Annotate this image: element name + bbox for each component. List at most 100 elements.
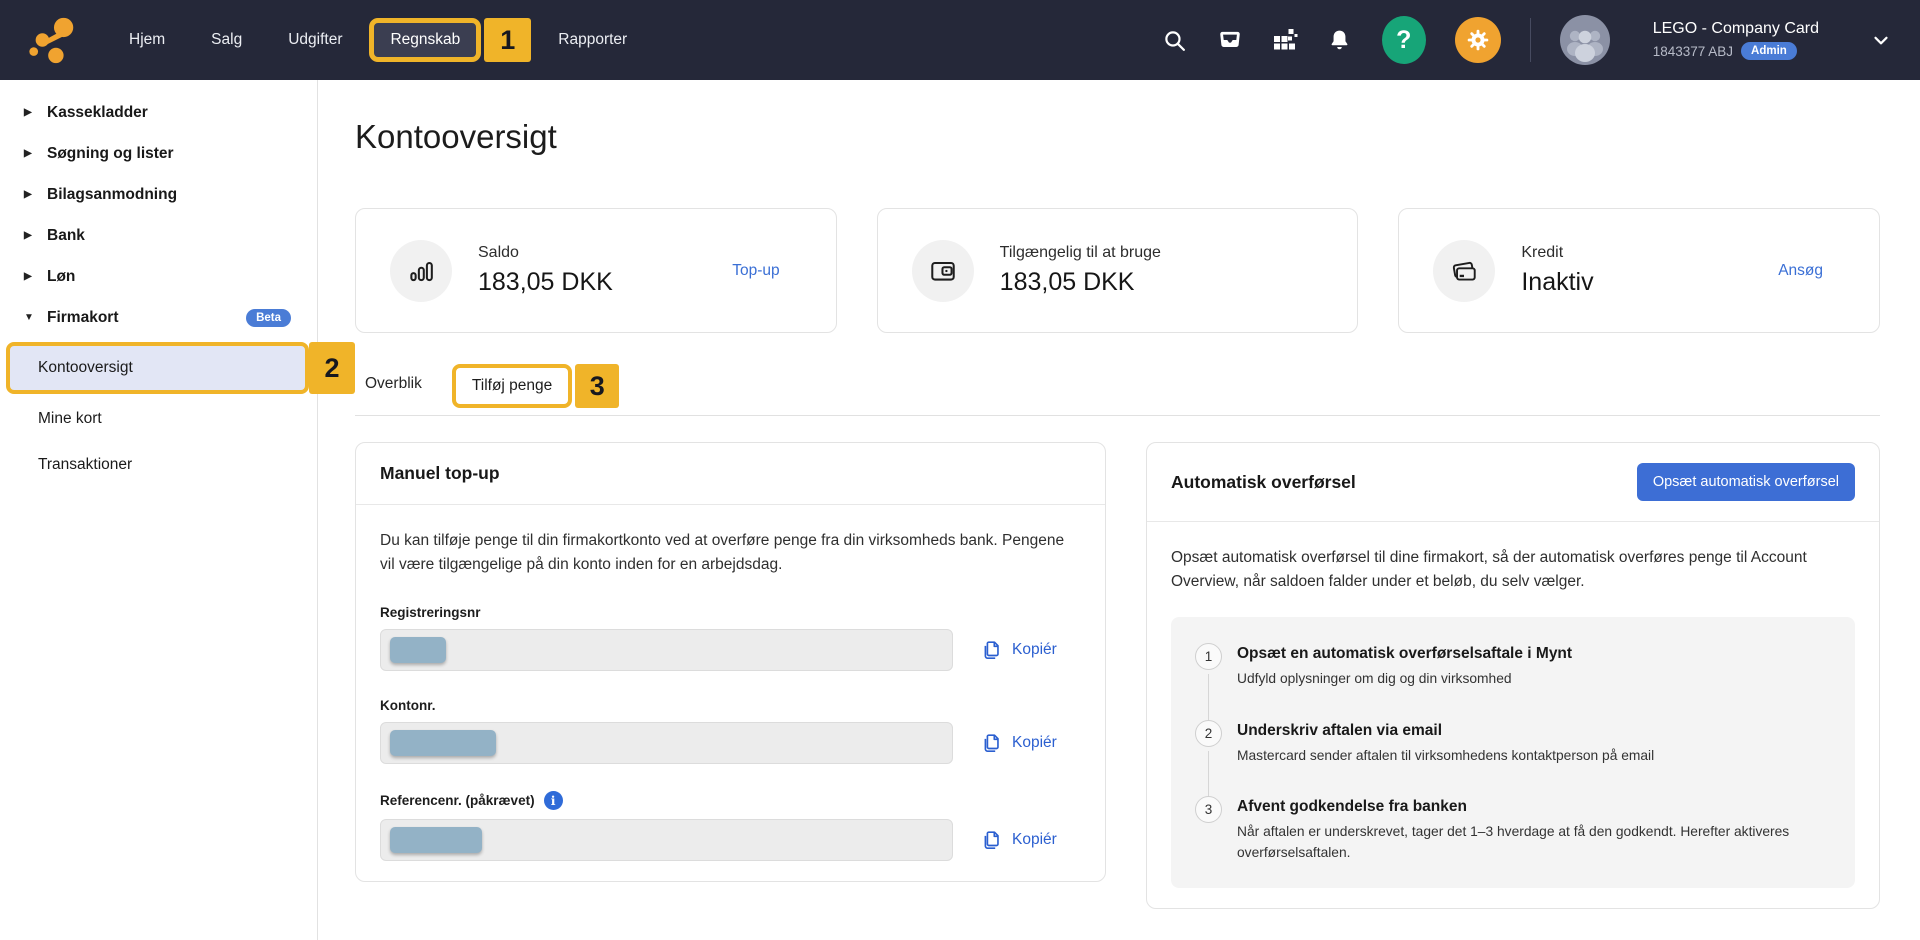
card-label: Saldo <box>478 244 613 262</box>
auto-transfer-description: Opsæt automatisk overførsel til dine fir… <box>1171 546 1855 595</box>
expand-arrow-icon <box>24 189 36 200</box>
step-text: Udfyld oplysninger om dig og din virksom… <box>1237 669 1827 690</box>
nav-item-regnskab[interactable]: Regnskab <box>369 18 481 62</box>
card-value: Inaktiv <box>1521 268 1593 297</box>
panel-title: Manuel top-up <box>380 463 500 484</box>
topbar: Hjem Salg Udgifter Regnskab 1 Rapporter <box>0 0 1920 80</box>
tab-tilfoej-penge[interactable]: Tilføj penge <box>452 364 572 408</box>
topbar-actions: LEGO - Company Card 1843377 ABJ Admin <box>1162 15 1892 65</box>
account-id: 1843377 ABJ <box>1653 44 1733 59</box>
ansoeg-link[interactable]: Ansøg <box>1778 262 1851 280</box>
nav-item-hjem[interactable]: Hjem <box>106 20 188 60</box>
expand-arrow-icon <box>24 148 36 159</box>
sidebar-item-firmakort[interactable]: Firmakort Beta <box>0 297 317 338</box>
field-referencenr: Referencenr. (påkrævet) <box>380 791 1081 861</box>
redacted-value <box>390 730 496 756</box>
copy-icon <box>981 639 1003 661</box>
main-nav: Hjem Salg Udgifter Regnskab 1 Rapporter <box>106 18 650 62</box>
copy-kontonr-button[interactable]: Kopiér <box>981 732 1081 754</box>
copy-label: Kopiér <box>1012 641 1057 659</box>
sidebar-item-bank[interactable]: Bank <box>0 215 317 256</box>
copy-label: Kopiér <box>1012 831 1057 849</box>
copy-icon <box>981 732 1003 754</box>
topbar-divider <box>1530 18 1531 62</box>
step-number: 3 <box>1195 796 1222 823</box>
kredit-card: Kredit Inaktiv Ansøg <box>1398 208 1880 333</box>
step-3: 3 Afvent godkendelse fra banken Når afta… <box>1195 798 1827 863</box>
tab-bar: Overblik Tilføj penge 3 <box>355 363 1880 416</box>
available-card: Tilgængelig til at bruge 183,05 DKK <box>877 208 1359 333</box>
sidebar-subitem-transaktioner[interactable]: Transaktioner <box>0 444 317 486</box>
manual-topup-description: Du kan tilføje penge til din firmakortko… <box>380 529 1075 578</box>
main-content: Kontooversigt Saldo 183,05 DKK Top-up <box>318 80 1920 940</box>
card-value: 183,05 DKK <box>478 268 613 297</box>
settings-gear-icon[interactable] <box>1455 17 1501 63</box>
expand-arrow-icon <box>24 107 36 118</box>
step-connector <box>1208 751 1209 801</box>
saldo-card: Saldo 183,05 DKK Top-up <box>355 208 837 333</box>
sidebar-item-label: Bank <box>47 227 85 245</box>
annotation-number-2: 2 <box>309 342 355 394</box>
sidebar: Kassekladder Søgning og lister Bilagsanm… <box>0 80 318 940</box>
copy-icon <box>981 829 1003 851</box>
sidebar-item-soegning-og-lister[interactable]: Søgning og lister <box>0 133 317 174</box>
info-icon[interactable] <box>544 791 563 810</box>
step-title: Underskriv aftalen via email <box>1237 722 1827 740</box>
sidebar-item-kassekladder[interactable]: Kassekladder <box>0 92 317 133</box>
wallet-icon <box>912 240 974 302</box>
step-text: Når aftalen er underskrevet, tager det 1… <box>1237 822 1827 863</box>
tab-overblik[interactable]: Overblik <box>355 363 432 415</box>
sidebar-subitem-mine-kort[interactable]: Mine kort <box>0 398 317 440</box>
help-icon[interactable] <box>1382 16 1426 64</box>
expand-arrow-icon <box>24 271 36 282</box>
nav-item-salg[interactable]: Salg <box>188 20 265 60</box>
auto-transfer-panel: Automatisk overførsel Opsæt automatisk o… <box>1146 442 1880 909</box>
field-label: Kontonr. <box>380 698 1081 713</box>
redacted-value <box>390 637 446 663</box>
field-label: Referencenr. (påkrævet) <box>380 793 535 808</box>
bell-icon[interactable] <box>1327 27 1353 53</box>
referencenr-input[interactable] <box>380 819 953 861</box>
sidebar-item-label: Løn <box>47 268 75 286</box>
summary-cards: Saldo 183,05 DKK Top-up Tilgængelig til … <box>355 208 1880 333</box>
avatar[interactable] <box>1560 15 1610 65</box>
card-value: 183,05 DKK <box>1000 268 1161 297</box>
nav-item-udgifter[interactable]: Udgifter <box>265 20 365 60</box>
sidebar-subitem-kontooversigt[interactable]: Kontooversigt <box>38 359 133 377</box>
step-text: Mastercard sender aftalen til virksomhed… <box>1237 746 1827 767</box>
setup-auto-transfer-button[interactable]: Opsæt automatisk overførsel <box>1637 463 1855 501</box>
top-up-link[interactable]: Top-up <box>732 262 807 280</box>
sidebar-item-label: Firmakort <box>47 309 119 327</box>
annotation-step-3: Tilføj penge 3 <box>452 364 619 408</box>
panel-title: Automatisk overførsel <box>1171 472 1356 493</box>
step-connector <box>1208 674 1209 724</box>
inbox-icon[interactable] <box>1217 27 1243 53</box>
chevron-down-icon[interactable] <box>1870 29 1892 51</box>
annotation-number-3: 3 <box>575 364 619 408</box>
step-number: 1 <box>1195 643 1222 670</box>
sidebar-item-bilagsanmodning[interactable]: Bilagsanmodning <box>0 174 317 215</box>
copy-label: Kopiér <box>1012 734 1057 752</box>
apps-grid-icon[interactable] <box>1272 27 1298 53</box>
account-menu[interactable]: LEGO - Company Card 1843377 ABJ Admin <box>1653 20 1819 60</box>
step-title: Opsæt en automatisk overførselsaftale i … <box>1237 645 1827 663</box>
redacted-value <box>390 827 482 853</box>
annotation-number-1: 1 <box>484 18 531 62</box>
kontonr-input[interactable] <box>380 722 953 764</box>
dinero-logo-icon[interactable] <box>26 12 82 68</box>
copy-registreringsnr-button[interactable]: Kopiér <box>981 639 1081 661</box>
card-label: Kredit <box>1521 244 1593 262</box>
nav-item-rapporter[interactable]: Rapporter <box>535 20 650 60</box>
panels-row: Manuel top-up Du kan tilføje penge til d… <box>355 442 1880 909</box>
step-1: 1 Opsæt en automatisk overførselsaftale … <box>1195 645 1827 690</box>
sidebar-item-label: Søgning og lister <box>47 145 174 163</box>
bar-chart-icon <box>390 240 452 302</box>
sidebar-item-label: Kassekladder <box>47 104 148 122</box>
sidebar-item-loen[interactable]: Løn <box>0 256 317 297</box>
annotation-step-2: Kontooversigt 2 <box>6 342 309 394</box>
card-label: Tilgængelig til at bruge <box>1000 244 1161 262</box>
copy-referencenr-button[interactable]: Kopiér <box>981 829 1081 851</box>
search-icon[interactable] <box>1162 27 1188 53</box>
registreringsnr-input[interactable] <box>380 629 953 671</box>
collapse-arrow-icon <box>24 312 36 323</box>
